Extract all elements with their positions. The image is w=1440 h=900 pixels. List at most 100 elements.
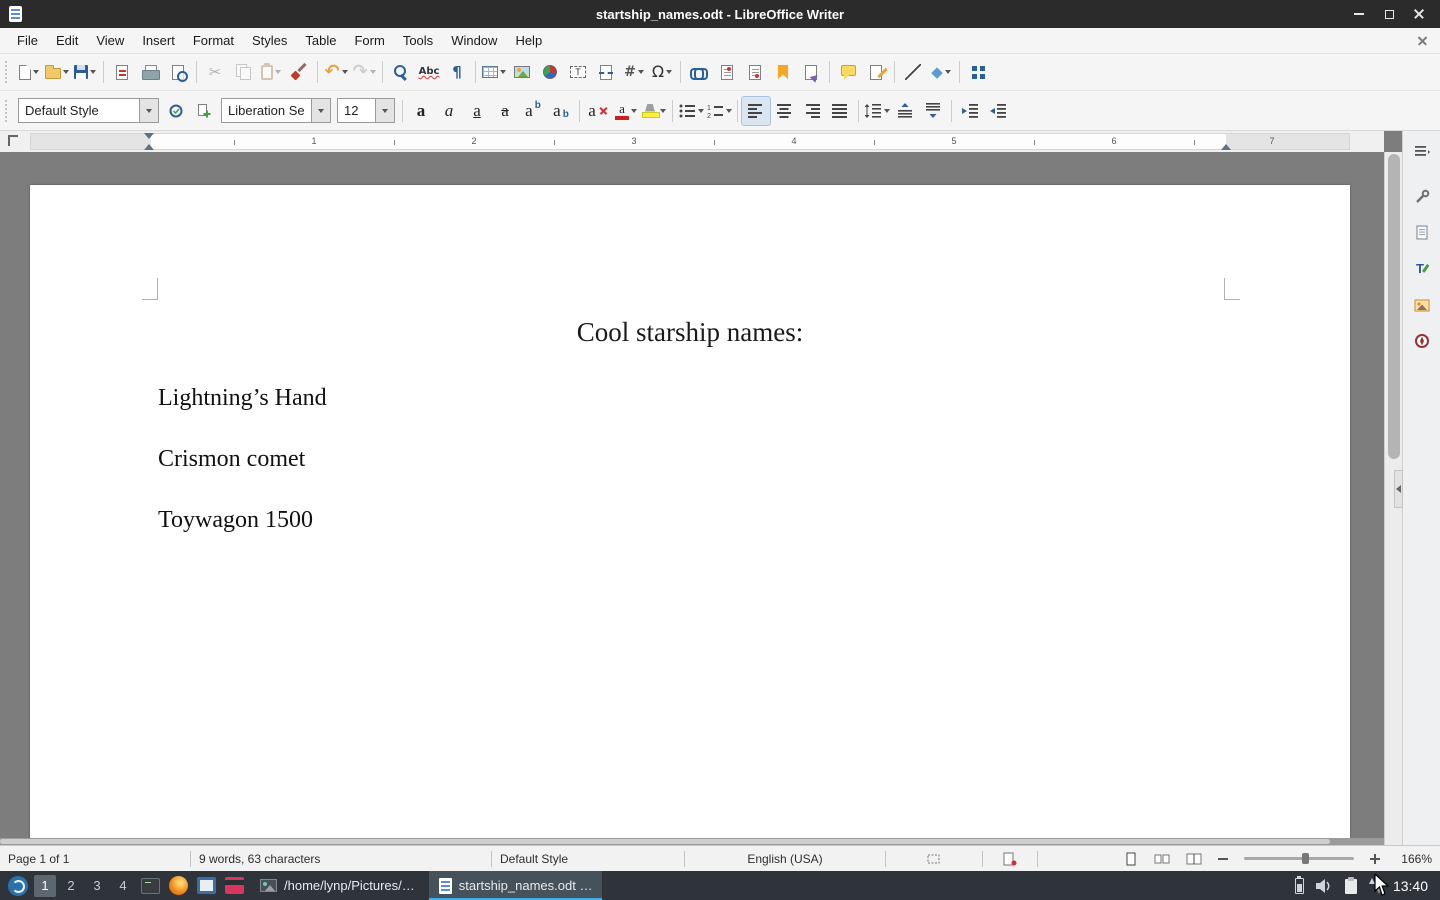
task-image-viewer[interactable]: /home/lynp/Pictures/… [250,871,425,900]
export-pdf-button[interactable] [108,58,136,86]
menu-help[interactable]: Help [506,28,551,53]
insert-hyperlink-button[interactable] [685,58,713,86]
menu-file[interactable]: File [8,28,47,53]
vertical-scrollbar-thumb[interactable] [1388,154,1400,459]
paragraph-style-dropdown[interactable] [139,99,158,122]
paragraph-spacing-increase-button[interactable] [891,97,919,125]
paste-button[interactable] [257,58,285,86]
subscript-button[interactable]: ab [547,97,575,125]
sidebar-properties-button[interactable] [1408,183,1436,211]
status-selection-mode[interactable] [886,846,982,871]
menu-form[interactable]: Form [345,28,393,53]
launcher-screenshot-button[interactable] [222,874,246,898]
status-page-number[interactable]: Page 1 of 1 [0,846,190,871]
battery-icon[interactable] [1295,878,1304,894]
numbered-list-button[interactable]: 12 [705,97,733,125]
document-close-button[interactable] [1417,35,1428,46]
ruler-body[interactable]: 1 2 3 4 5 6 7 [30,133,1350,150]
zoom-in-button[interactable] [1362,846,1388,871]
insert-textbox-button[interactable]: T [564,58,592,86]
spelling-button[interactable]: Abc [415,58,443,86]
insert-chart-button[interactable] [536,58,564,86]
workspace-3-button[interactable]: 3 [86,875,108,897]
workspace-2-button[interactable]: 2 [60,875,82,897]
clock[interactable]: 13:40 [1393,878,1428,894]
insert-image-button[interactable] [508,58,536,86]
minimize-button[interactable] [1352,7,1366,21]
workspace-1-button[interactable]: 1 [34,875,56,897]
insert-bookmark-button[interactable] [769,58,797,86]
copy-button[interactable] [229,58,257,86]
print-preview-button[interactable] [164,58,192,86]
new-style-button[interactable] [190,97,218,125]
paragraph-spacing-decrease-button[interactable] [919,97,947,125]
toolbar-grip[interactable] [5,61,9,83]
horizontal-scrollbar-thumb[interactable] [0,839,1330,844]
first-line-indent-marker[interactable] [144,133,154,139]
zoom-slider-handle[interactable] [1302,853,1309,864]
task-writer-document[interactable]: startship_names.odt … [429,871,603,900]
insert-page-break-button[interactable] [592,58,620,86]
highlight-color-button[interactable] [640,97,668,125]
bullet-list-button[interactable] [677,97,705,125]
paragraph-style-select[interactable]: Default Style [18,98,159,123]
horizontal-scrollbar[interactable] [0,838,1384,845]
document-paragraph[interactable]: Crismon comet [158,443,1350,475]
font-name-select[interactable]: Liberation Se [221,98,331,123]
workspace-4-button[interactable]: 4 [112,875,134,897]
insert-field-button[interactable]: # [620,58,648,86]
strikethrough-button[interactable]: a [491,97,519,125]
bold-button[interactable]: a [407,97,435,125]
close-button[interactable] [1412,7,1426,21]
view-layout-multiple[interactable] [1146,846,1178,871]
document-page[interactable]: Cool starship names: Lightning’s Hand Cr… [30,185,1350,838]
sidebar-styles-button[interactable]: T [1408,255,1436,283]
menu-edit[interactable]: Edit [47,28,87,53]
toolbar-grip[interactable] [5,100,9,122]
font-size-dropdown[interactable] [375,99,394,122]
formatting-marks-button[interactable]: ¶ [443,58,471,86]
launcher-firefox-button[interactable] [166,874,190,898]
new-document-button[interactable] [15,58,43,86]
launcher-terminal-button[interactable] [138,874,162,898]
align-left-button[interactable] [742,97,770,125]
print-button[interactable] [136,58,164,86]
sidebar-settings-button[interactable] [1408,137,1436,165]
zoom-out-button[interactable] [1210,846,1236,871]
document-heading[interactable]: Cool starship names: [30,315,1350,349]
status-word-count[interactable]: 9 words, 63 characters [191,846,491,871]
restore-button[interactable] [1382,7,1396,21]
save-button[interactable] [71,58,99,86]
track-changes-button[interactable] [862,58,890,86]
app-launcher-button[interactable] [6,874,30,898]
align-center-button[interactable] [770,97,798,125]
launcher-files-button[interactable] [194,874,218,898]
document-workspace[interactable]: Cool starship names: Lightning’s Hand Cr… [0,152,1384,838]
volume-icon[interactable] [1315,878,1333,894]
redo-button[interactable]: ↷ [350,58,378,86]
cut-button[interactable]: ✂ [201,58,229,86]
update-style-button[interactable] [162,97,190,125]
status-language[interactable]: English (USA) [685,846,885,871]
clear-formatting-button[interactable]: a [584,97,612,125]
italic-button[interactable]: a [435,97,463,125]
align-justify-button[interactable] [826,97,854,125]
document-paragraph[interactable]: Toywagon 1500 [158,504,1350,536]
menu-tools[interactable]: Tools [394,28,442,53]
menu-window[interactable]: Window [442,28,506,53]
horizontal-ruler[interactable]: 1 2 3 4 5 6 7 [0,131,1384,152]
document-paragraph[interactable]: Lightning’s Hand [158,382,1350,414]
undo-button[interactable]: ↶ [322,58,350,86]
special-character-button[interactable]: Ω [648,58,676,86]
view-layout-single[interactable] [1116,846,1146,871]
open-button[interactable] [43,58,71,86]
sidebar-navigator-button[interactable] [1408,327,1436,355]
menu-styles[interactable]: Styles [243,28,296,53]
font-size-select[interactable]: 12 [337,98,395,123]
zoom-percentage[interactable]: 166% [1388,846,1440,871]
indent-decrease-button[interactable] [984,97,1012,125]
right-indent-marker[interactable] [1221,144,1231,150]
view-layout-book[interactable] [1178,846,1210,871]
underline-button[interactable]: a [463,97,491,125]
status-document-modified[interactable] [983,846,1037,871]
